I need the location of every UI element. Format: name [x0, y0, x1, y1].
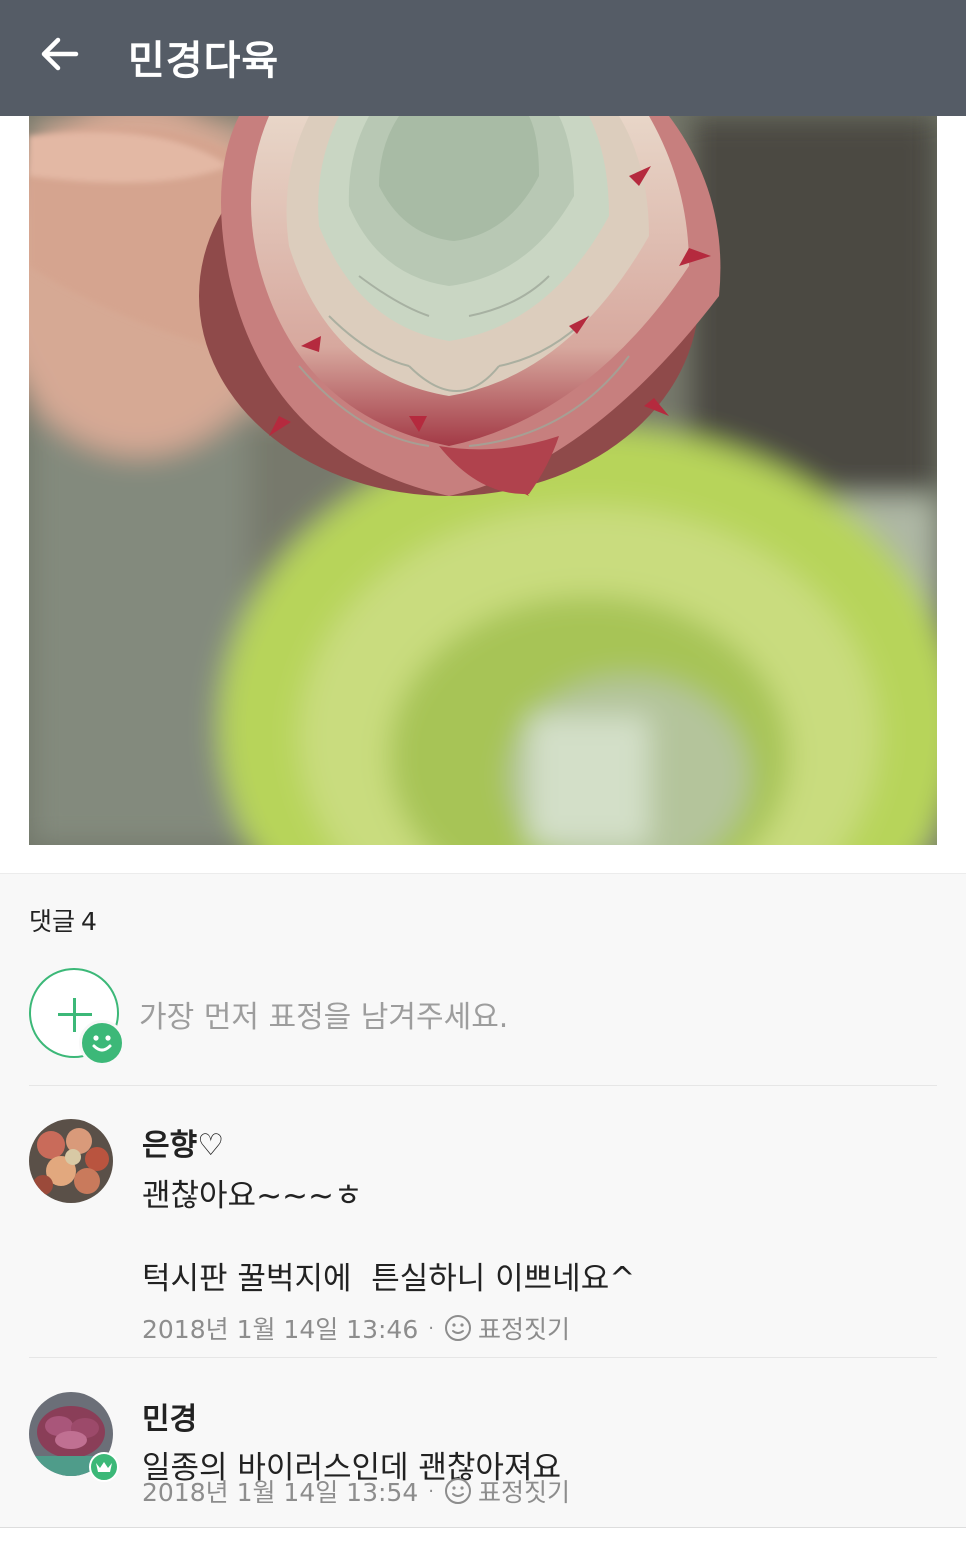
- comment-author[interactable]: 민경: [142, 1394, 197, 1438]
- smiley-icon: [444, 1478, 471, 1504]
- crown-icon: [89, 1452, 119, 1482]
- smiley-icon: [444, 1315, 471, 1341]
- comment-text: 괜찮아요~~~ㅎ: [142, 1178, 363, 1214]
- comment-timestamp: 2018년 1월 14일 13:54: [142, 1478, 419, 1507]
- comment-count-label: 댓글: [29, 907, 76, 936]
- separator-dot: ·: [428, 1317, 434, 1339]
- comment-meta: 2018년 1월 14일 13:46 · 표정짓기: [142, 1310, 570, 1346]
- comment-count-number: 4: [81, 907, 97, 936]
- comment-timestamp: 2018년 1월 14일 13:46: [142, 1315, 419, 1344]
- comment-meta: 2018년 1월 14일 13:54 · 표정짓기: [142, 1473, 570, 1509]
- reaction-row: 가장 먼저 표정을 남겨주세요.: [29, 968, 937, 1086]
- smile-icon: [79, 1020, 125, 1066]
- react-button[interactable]: 표정짓기: [444, 1473, 570, 1509]
- comment-text: 턱시판 꿀벅지에 튼실하니 이쁘네요^: [142, 1261, 636, 1297]
- comment-item: 민경 일종의 바이러스인데 괜찮아져요 2018년 1월 14일 13:54 ·…: [29, 1358, 937, 1529]
- add-reaction-button[interactable]: [29, 968, 125, 1066]
- post-photo[interactable]: [29, 116, 937, 845]
- avatar[interactable]: [29, 1392, 119, 1482]
- arrow-left-icon: [41, 37, 79, 71]
- page-title: 민경다육: [128, 38, 280, 84]
- separator-dot: ·: [428, 1480, 434, 1502]
- comments-section: 댓글 4 가장 먼저 표정을 남겨주세요. 은향♡ 괜찮아요~~~ㅎ 턱시판 꿀…: [0, 873, 966, 1528]
- back-button[interactable]: [28, 22, 92, 86]
- comment-author[interactable]: 은향♡: [142, 1120, 224, 1164]
- avatar[interactable]: [29, 1119, 113, 1203]
- bottom-divider: [0, 1527, 966, 1549]
- comment-item: 은향♡ 괜찮아요~~~ㅎ 턱시판 꿀벅지에 튼실하니 이쁘네요^ 2018년 1…: [29, 1086, 937, 1358]
- comment-count: 댓글 4: [29, 902, 97, 938]
- react-label: 표정짓기: [477, 1478, 570, 1507]
- app-bar: 민경다육: [0, 0, 966, 116]
- react-label: 표정짓기: [477, 1315, 570, 1344]
- reaction-prompt[interactable]: 가장 먼저 표정을 남겨주세요.: [139, 992, 508, 1036]
- react-button[interactable]: 표정짓기: [444, 1310, 570, 1346]
- succulent-photo: [29, 116, 937, 845]
- plus-icon-stem: [73, 998, 76, 1032]
